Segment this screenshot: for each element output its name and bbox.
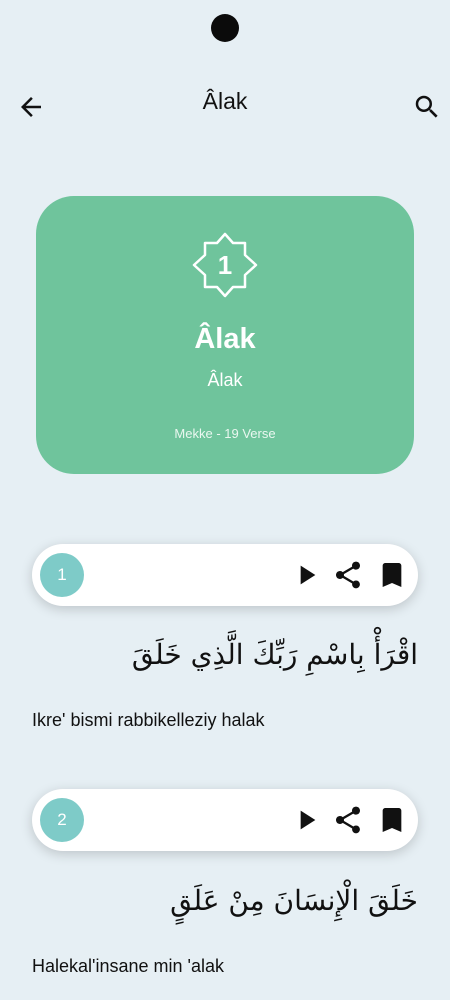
play-button[interactable]: [290, 559, 322, 591]
share-icon: [336, 561, 360, 589]
surah-name: Âlak: [194, 323, 256, 355]
surah-number-badge: 1: [190, 230, 260, 300]
surah-meta: Mekke - 19 Verse: [174, 426, 276, 441]
search-icon: [415, 95, 438, 118]
search-button[interactable]: [412, 92, 442, 122]
verse-arabic-text: اقْرَأْ بِاسْمِ رَبِّكَ الَّذِي خَلَقَ: [131, 638, 418, 671]
bookmark-icon: [382, 808, 402, 832]
verse-number-badge: 2: [40, 798, 84, 842]
page-title: Âlak: [202, 88, 248, 114]
share-button[interactable]: [332, 804, 364, 836]
verse-transliteration: Halekal'insane min 'alak: [32, 956, 224, 976]
play-button[interactable]: [290, 804, 322, 836]
verse-number-badge: 1: [40, 553, 84, 597]
verse-action-bar: 1: [32, 544, 418, 606]
bookmark-icon: [382, 563, 402, 587]
verse-arabic-text: خَلَقَ الْإِنسَانَ مِنْ عَلَقٍ: [170, 884, 418, 917]
bookmark-button[interactable]: [376, 559, 408, 591]
share-button[interactable]: [332, 559, 364, 591]
surah-number: 1: [217, 250, 233, 280]
surah-transliteration: Âlak: [207, 370, 243, 390]
share-icon: [336, 806, 360, 834]
camera-cutout: [211, 14, 239, 42]
verse-transliteration: Ikre' bismi rabbikelleziy halak: [32, 710, 265, 730]
verse-action-bar: 2: [32, 789, 418, 851]
surah-info-card: 1 Âlak Âlak Mekke - 19 Verse: [36, 196, 414, 474]
top-app-bar: Âlak: [0, 80, 450, 130]
bookmark-button[interactable]: [376, 804, 408, 836]
play-icon: [300, 565, 316, 585]
play-icon: [300, 810, 316, 830]
